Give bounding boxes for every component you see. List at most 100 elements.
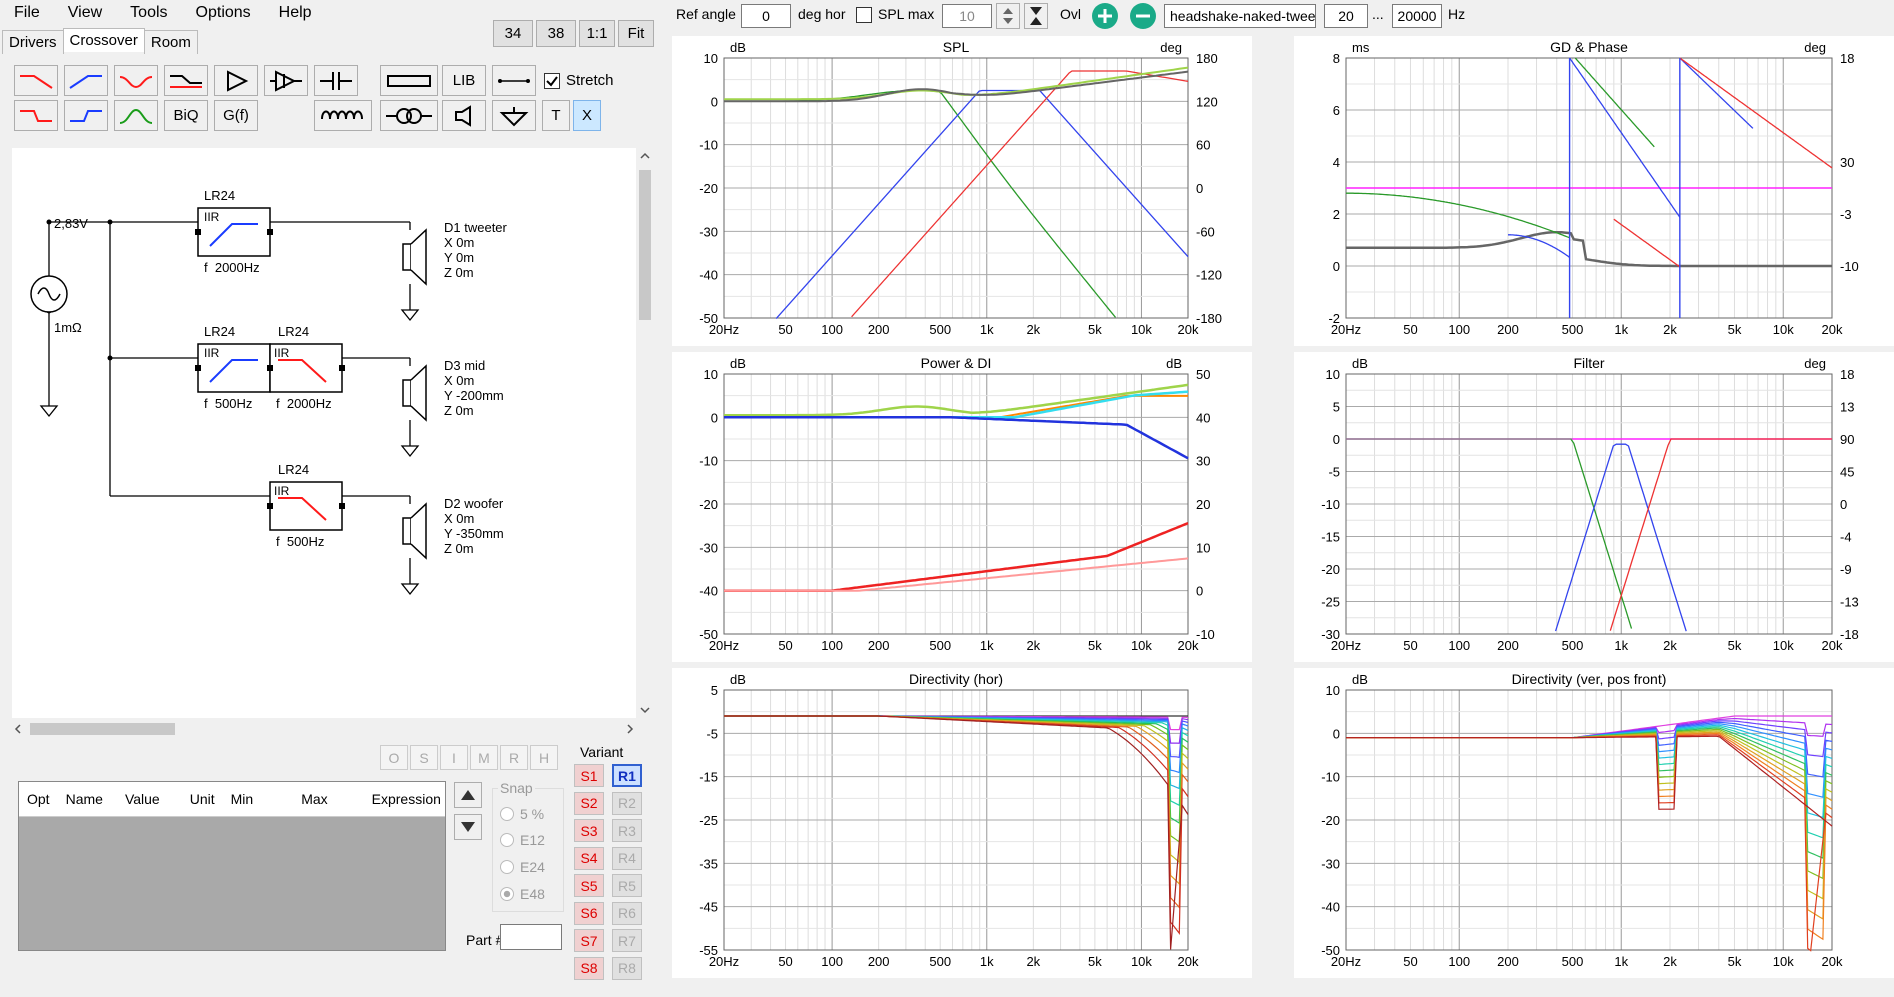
col-value[interactable]: Value [111,791,168,807]
notch-tool[interactable] [114,65,158,96]
chart-gd-phase[interactable]: 8 6 4 2 0 -2 18 30 -3 -10 20Hz 50 100 200 500 1k 2k 5k 10k… [1294,36,1894,346]
menu-file[interactable]: File [0,4,54,22]
variant-r7[interactable]: R7 [612,929,642,952]
bandpass-tool[interactable] [114,100,158,131]
chart-directivity-hor[interactable]: 5 -5 -15 -25 -35 -45 -55 20Hz 50 100 200 500 1k 2k 5k 1… [672,668,1252,978]
chart-spl[interactable]: 10 0 -10 -20 -30 -40 -50 180 120 60 0 -60 -120 -180 20… [672,36,1252,346]
power-response-curve [724,416,1189,460]
tab-room[interactable]: Room [143,30,198,54]
ref-angle-input[interactable]: 0 [741,4,791,28]
menu-tools[interactable]: Tools [116,4,181,22]
filter-4-kind[interactable]: IIR [274,484,289,498]
variant-r8[interactable]: R8 [612,956,642,980]
snap-e24[interactable]: E24 [500,859,545,875]
zoom-1-1-button[interactable]: 1:1 [579,20,615,47]
opt-button-m[interactable]: M [470,745,498,770]
col-min[interactable]: Min [223,791,262,807]
col-opt[interactable]: Opt [19,791,58,807]
freq-min-input[interactable]: 20 [1324,4,1368,28]
variant-r4[interactable]: R4 [612,846,642,870]
lowpass2-tool[interactable] [14,100,58,131]
move-down-button[interactable] [454,814,482,840]
variant-s2[interactable]: S2 [574,791,604,815]
buffer-amp-icon[interactable] [264,65,308,96]
snap-e12[interactable]: E12 [500,832,545,848]
amplifier-icon[interactable] [214,65,258,96]
chart-directivity-ver[interactable]: 10 0 -10 -20 -30 -40 -50 20Hz 50 100 200 500 1k 2k 5k 1… [1294,668,1894,978]
col-unit[interactable]: Unit [168,791,223,807]
driver-d1[interactable]: D1 tweeter X 0m Y 0m Z 0m [444,220,507,280]
spl-expand-icon[interactable] [1024,3,1048,29]
overlay-name-input[interactable]: headshake-naked-tweet [1164,4,1316,28]
variant-s7[interactable]: S7 [574,929,604,952]
schematic-horizontal-scrollbar[interactable] [12,720,636,738]
menu-options[interactable]: Options [182,4,265,22]
schematic-canvas[interactable]: 2,83V 1mΩ LR24 IIR f 2000Hz LR24 IIR f 5… [12,148,636,718]
schematic-vertical-scrollbar[interactable] [636,148,654,718]
gf-button[interactable]: G(f) [214,100,258,131]
overlay-add-icon[interactable] [1092,3,1118,29]
opt-button-s[interactable]: S [410,745,438,770]
variant-s6[interactable]: S6 [574,901,604,925]
driver-d3[interactable]: D3 mid X 0m Y -200mm Z 0m [444,358,504,418]
spl-up-down-icon[interactable] [996,3,1020,29]
filter-1-kind[interactable]: IIR [204,210,219,224]
tab-drivers[interactable]: Drivers [2,30,64,54]
variant-s3[interactable]: S3 [574,819,604,842]
filter-3-kind[interactable]: IIR [274,346,289,360]
highpass-tool[interactable] [64,65,108,96]
zoom-34-button[interactable]: 34 [493,20,533,47]
snap-e48[interactable]: E48 [500,886,545,902]
variant-r6[interactable]: R6 [612,901,642,925]
t-button[interactable]: T [542,100,570,131]
driver-d2[interactable]: D2 woofer X 0m Y -350mm Z 0m [444,496,504,556]
resistor-icon[interactable] [380,65,438,96]
speaker-tool-icon[interactable] [442,100,486,131]
col-max[interactable]: Max [261,791,335,807]
opt-button-r[interactable]: R [500,745,528,770]
opt-button-i[interactable]: I [440,745,468,770]
col-name[interactable]: Name [58,791,111,807]
stretch-checkbox[interactable] [544,72,560,89]
wire-tool[interactable] [492,65,536,96]
spl-max-input[interactable]: 10 [942,4,992,28]
y-tick-label: -10 [1321,497,1340,512]
variant-r2[interactable]: R2 [612,791,642,815]
variant-s8[interactable]: S8 [574,956,604,980]
tab-crossover[interactable]: Crossover [62,28,145,52]
overlay-remove-icon[interactable] [1130,3,1156,29]
capacitor-icon[interactable] [314,65,358,96]
variant-s1[interactable]: S1 [574,764,604,787]
opt-button-h[interactable]: H [530,745,558,770]
variant-s4[interactable]: S4 [574,846,604,870]
lowpass-tool[interactable] [14,65,58,96]
stretch-toggle[interactable]: Stretch [544,72,614,89]
variant-s5[interactable]: S5 [574,874,604,897]
menu-view[interactable]: View [54,4,116,22]
move-up-button[interactable] [454,782,482,808]
zoom-fit-button[interactable]: Fit [618,20,654,47]
opt-button-o[interactable]: O [380,745,408,770]
lib-button[interactable]: LIB [442,65,486,96]
zoom-38-button[interactable]: 38 [536,20,576,47]
filter-2-kind[interactable]: IIR [204,346,219,360]
snap-5pct[interactable]: 5 % [500,806,544,822]
spl-max-checkbox[interactable] [856,7,872,23]
chart-power-di[interactable]: 10 0 -10 -20 -30 -40 -50 50 40 30 20 10 0 -10 20Hz 50 10… [672,352,1252,662]
freq-max-input[interactable]: 20000 [1392,4,1442,28]
variant-r3[interactable]: R3 [612,819,642,842]
variant-r5[interactable]: R5 [612,874,642,897]
biquad-button[interactable]: BiQ [164,100,208,131]
col-expression[interactable]: Expression [336,791,449,807]
part-number-input[interactable] [500,924,562,950]
highpass2-tool[interactable] [64,100,108,131]
menu-help[interactable]: Help [265,4,326,22]
inductor-icon[interactable] [314,100,372,131]
transformer-icon[interactable] [380,100,438,131]
chart-filter[interactable]: 10 5 0 -5 -10 -15 -20 -25 -30 18 13 90 45 0 -4 -9 -13 -18… [1294,352,1894,662]
x-button[interactable]: X [573,100,601,131]
ground-tool-icon[interactable] [492,100,536,131]
shelf-tool[interactable] [164,65,208,96]
variant-r1[interactable]: R1 [612,764,642,787]
parameter-table[interactable]: Opt Name Value Unit Min Max Expression [18,781,446,951]
